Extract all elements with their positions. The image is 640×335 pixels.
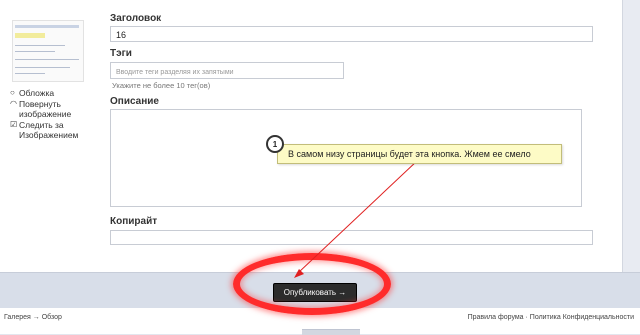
- image-options: ○ Обложка ◠ Повернуть изображение ☑ След…: [10, 88, 100, 141]
- tags-input[interactable]: Вводите теги разделяя их запятыми: [110, 62, 344, 79]
- title-value: 16: [116, 30, 127, 40]
- title-label: Заголовок: [110, 13, 162, 24]
- copyright-label: Копирайт: [110, 216, 158, 227]
- thumbnail-highlight: [15, 33, 45, 38]
- option-follow[interactable]: ☑ Следить за Изображением: [10, 120, 100, 140]
- tags-label: Тэги: [110, 48, 132, 59]
- footer-links[interactable]: Правила форума · Политика Конфиденциальн…: [468, 314, 634, 321]
- bottom-tab: [302, 329, 360, 335]
- title-input[interactable]: 16: [110, 26, 593, 42]
- option-cover[interactable]: ○ Обложка: [10, 88, 100, 98]
- description-label: Описание: [110, 96, 159, 107]
- thumbnail-line: [15, 45, 65, 46]
- tags-hint: Укажите не более 10 тег(ов): [112, 81, 211, 90]
- copyright-input[interactable]: [110, 230, 593, 245]
- scrollbar-track[interactable]: [622, 0, 640, 272]
- thumbnail-line: [15, 59, 79, 60]
- thumbnail-header: [15, 25, 79, 28]
- thumbnail-line: [15, 73, 45, 74]
- tooltip-text: В самом низу страницы будет эта кнопка. …: [288, 149, 531, 159]
- instruction-tooltip: В самом низу страницы будет эта кнопка. …: [277, 144, 562, 164]
- option-label: Следить за Изображением: [19, 120, 79, 140]
- thumbnail-line: [15, 51, 55, 52]
- thumbnail-line: [15, 67, 70, 68]
- breadcrumb[interactable]: Галерея → Обзор: [4, 314, 62, 321]
- radio-icon[interactable]: ○: [10, 88, 19, 98]
- image-thumbnail[interactable]: [12, 20, 84, 82]
- highlight-ellipse: [233, 253, 391, 315]
- option-label: Повернуть изображение: [19, 99, 72, 119]
- rotate-icon[interactable]: ◠: [10, 99, 19, 109]
- step-number-badge: 1: [266, 135, 284, 153]
- option-rotate[interactable]: ◠ Повернуть изображение: [10, 99, 100, 119]
- checkbox-icon[interactable]: ☑: [10, 120, 19, 130]
- option-label: Обложка: [19, 88, 55, 98]
- tags-placeholder: Вводите теги разделяя их запятыми: [116, 69, 234, 76]
